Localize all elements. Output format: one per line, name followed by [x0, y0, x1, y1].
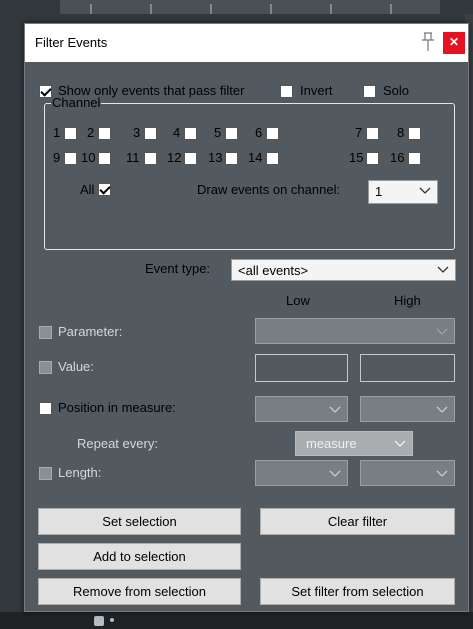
- chevron-down-icon: [436, 406, 448, 413]
- dot-icon: [110, 618, 114, 622]
- length-label: Length:: [58, 465, 102, 480]
- all-channels-label: All: [80, 182, 95, 197]
- set-selection-button[interactable]: Set selection: [38, 508, 241, 535]
- channel-group-label: Channel: [51, 95, 102, 110]
- channel-4-label: 4: [173, 125, 181, 140]
- background-ruler: [60, 0, 440, 14]
- channel-6-checkbox[interactable]: [266, 127, 279, 140]
- channel-10-checkbox[interactable]: [98, 152, 111, 165]
- channel-13-checkbox[interactable]: [225, 152, 238, 165]
- draw-channel-select[interactable]: 1: [368, 180, 438, 204]
- channel-3-label: 3: [133, 125, 141, 140]
- position-in-measure-checkbox[interactable]: [39, 402, 52, 415]
- chevron-down-icon: [329, 406, 341, 413]
- channel-5-checkbox[interactable]: [225, 127, 238, 140]
- close-button[interactable]: ✕: [443, 32, 465, 54]
- channel-8-checkbox[interactable]: [408, 127, 421, 140]
- set-filter-from-selection-button[interactable]: Set filter from selection: [260, 578, 455, 605]
- event-type-select[interactable]: <all events>: [231, 259, 456, 281]
- channel-12-label: 12: [167, 150, 182, 165]
- position-high-select[interactable]: [360, 396, 455, 422]
- position-in-measure-label: Position in measure:: [58, 400, 176, 415]
- value-checkbox[interactable]: [39, 361, 52, 374]
- channel-14-checkbox[interactable]: [266, 152, 279, 165]
- channel-15-checkbox[interactable]: [366, 152, 379, 165]
- position-low-select[interactable]: [255, 396, 348, 422]
- background-transport: [0, 612, 473, 629]
- low-column-header: Low: [286, 293, 310, 308]
- channel-15-label: 15: [349, 150, 364, 165]
- channel-1-label: 1: [53, 125, 61, 140]
- clear-filter-button[interactable]: Clear filter: [260, 508, 455, 535]
- dialog-title: Filter Events: [35, 35, 108, 50]
- channel-3-checkbox[interactable]: [144, 127, 157, 140]
- chevron-down-icon: [394, 440, 406, 447]
- solo-checkbox[interactable]: [363, 85, 376, 98]
- dialog-body: Show only events that pass filter Invert…: [25, 62, 468, 611]
- event-type-label: Event type:: [145, 261, 211, 276]
- channel-10-label: 10: [81, 150, 96, 165]
- channel-11-checkbox[interactable]: [144, 152, 157, 165]
- invert-checkbox[interactable]: [280, 85, 293, 98]
- channel-2-label: 2: [87, 125, 95, 140]
- high-column-header: High: [394, 293, 421, 308]
- repeat-every-label: Repeat every:: [77, 436, 158, 451]
- invert-label: Invert: [300, 83, 333, 98]
- event-type-value: <all events>: [238, 263, 309, 278]
- length-high-select[interactable]: [360, 460, 455, 486]
- parameter-select[interactable]: [255, 318, 455, 344]
- chevron-down-icon: [329, 470, 341, 477]
- channel-16-checkbox[interactable]: [408, 152, 421, 165]
- channel-8-label: 8: [397, 125, 405, 140]
- channel-4-checkbox[interactable]: [184, 127, 197, 140]
- add-to-selection-button[interactable]: Add to selection: [38, 543, 241, 570]
- transport-icon: [94, 616, 104, 626]
- channel-7-checkbox[interactable]: [366, 127, 379, 140]
- chevron-down-icon: [437, 266, 449, 273]
- parameter-checkbox[interactable]: [39, 326, 52, 339]
- parameter-label: Parameter:: [58, 324, 123, 339]
- channel-1-checkbox[interactable]: [64, 127, 77, 140]
- chevron-down-icon: [436, 470, 448, 477]
- draw-events-label: Draw events on channel:: [197, 182, 341, 197]
- channel-7-label: 7: [355, 125, 363, 140]
- repeat-every-select[interactable]: measure: [295, 431, 413, 456]
- channel-6-label: 6: [255, 125, 263, 140]
- solo-label: Solo: [383, 83, 410, 98]
- channel-9-checkbox[interactable]: [64, 152, 77, 165]
- repeat-every-value: measure: [306, 436, 357, 451]
- close-icon: ✕: [448, 35, 460, 49]
- filter-events-dialog: Filter Events ✕ Show only events that pa…: [24, 23, 469, 612]
- channel-14-label: 14: [248, 150, 263, 165]
- draw-channel-value: 1: [375, 184, 383, 199]
- channel-12-checkbox[interactable]: [184, 152, 197, 165]
- title-bar[interactable]: Filter Events ✕: [25, 24, 468, 62]
- chevron-down-icon: [436, 328, 448, 335]
- channel-5-label: 5: [214, 125, 222, 140]
- length-low-select[interactable]: [255, 460, 348, 486]
- value-label: Value:: [58, 359, 94, 374]
- channel-16-label: 16: [390, 150, 405, 165]
- pin-icon[interactable]: [420, 32, 436, 52]
- channel-11-label: 11: [126, 150, 140, 165]
- remove-from-selection-button[interactable]: Remove from selection: [38, 578, 241, 605]
- length-checkbox[interactable]: [39, 467, 52, 480]
- all-channels-checkbox[interactable]: [98, 183, 111, 196]
- channel-2-checkbox[interactable]: [98, 127, 111, 140]
- channel-9-label: 9: [53, 150, 61, 165]
- channel-13-label: 13: [208, 150, 223, 165]
- value-low-input[interactable]: [255, 354, 348, 382]
- value-high-input[interactable]: [360, 354, 455, 382]
- chevron-down-icon: [419, 187, 431, 194]
- channel-group: [44, 103, 455, 250]
